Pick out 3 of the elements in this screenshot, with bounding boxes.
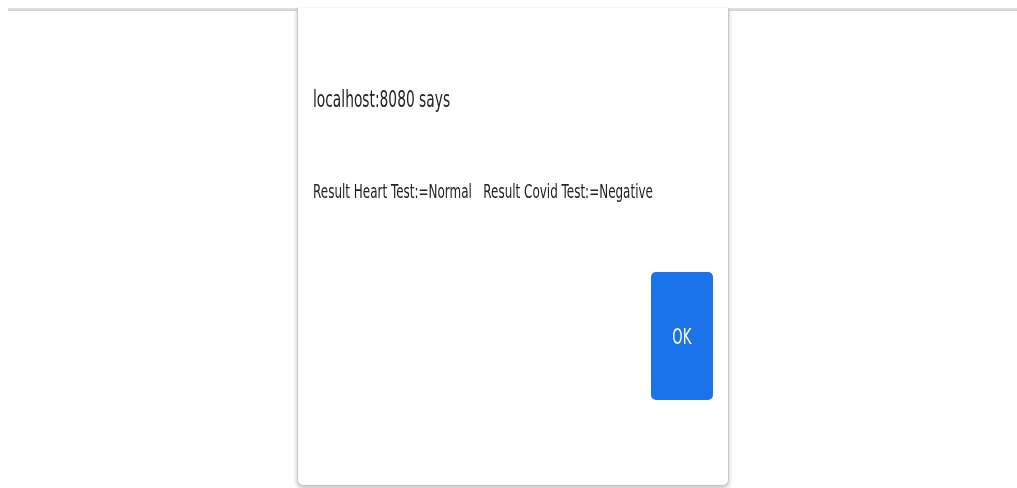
dialog-title: localhost:8080 says bbox=[312, 86, 450, 112]
dialog-message: Result Heart Test:=Normal Result Covid Test:=Negative bbox=[312, 180, 653, 202]
ok-button[interactable]: OK bbox=[650, 272, 713, 400]
